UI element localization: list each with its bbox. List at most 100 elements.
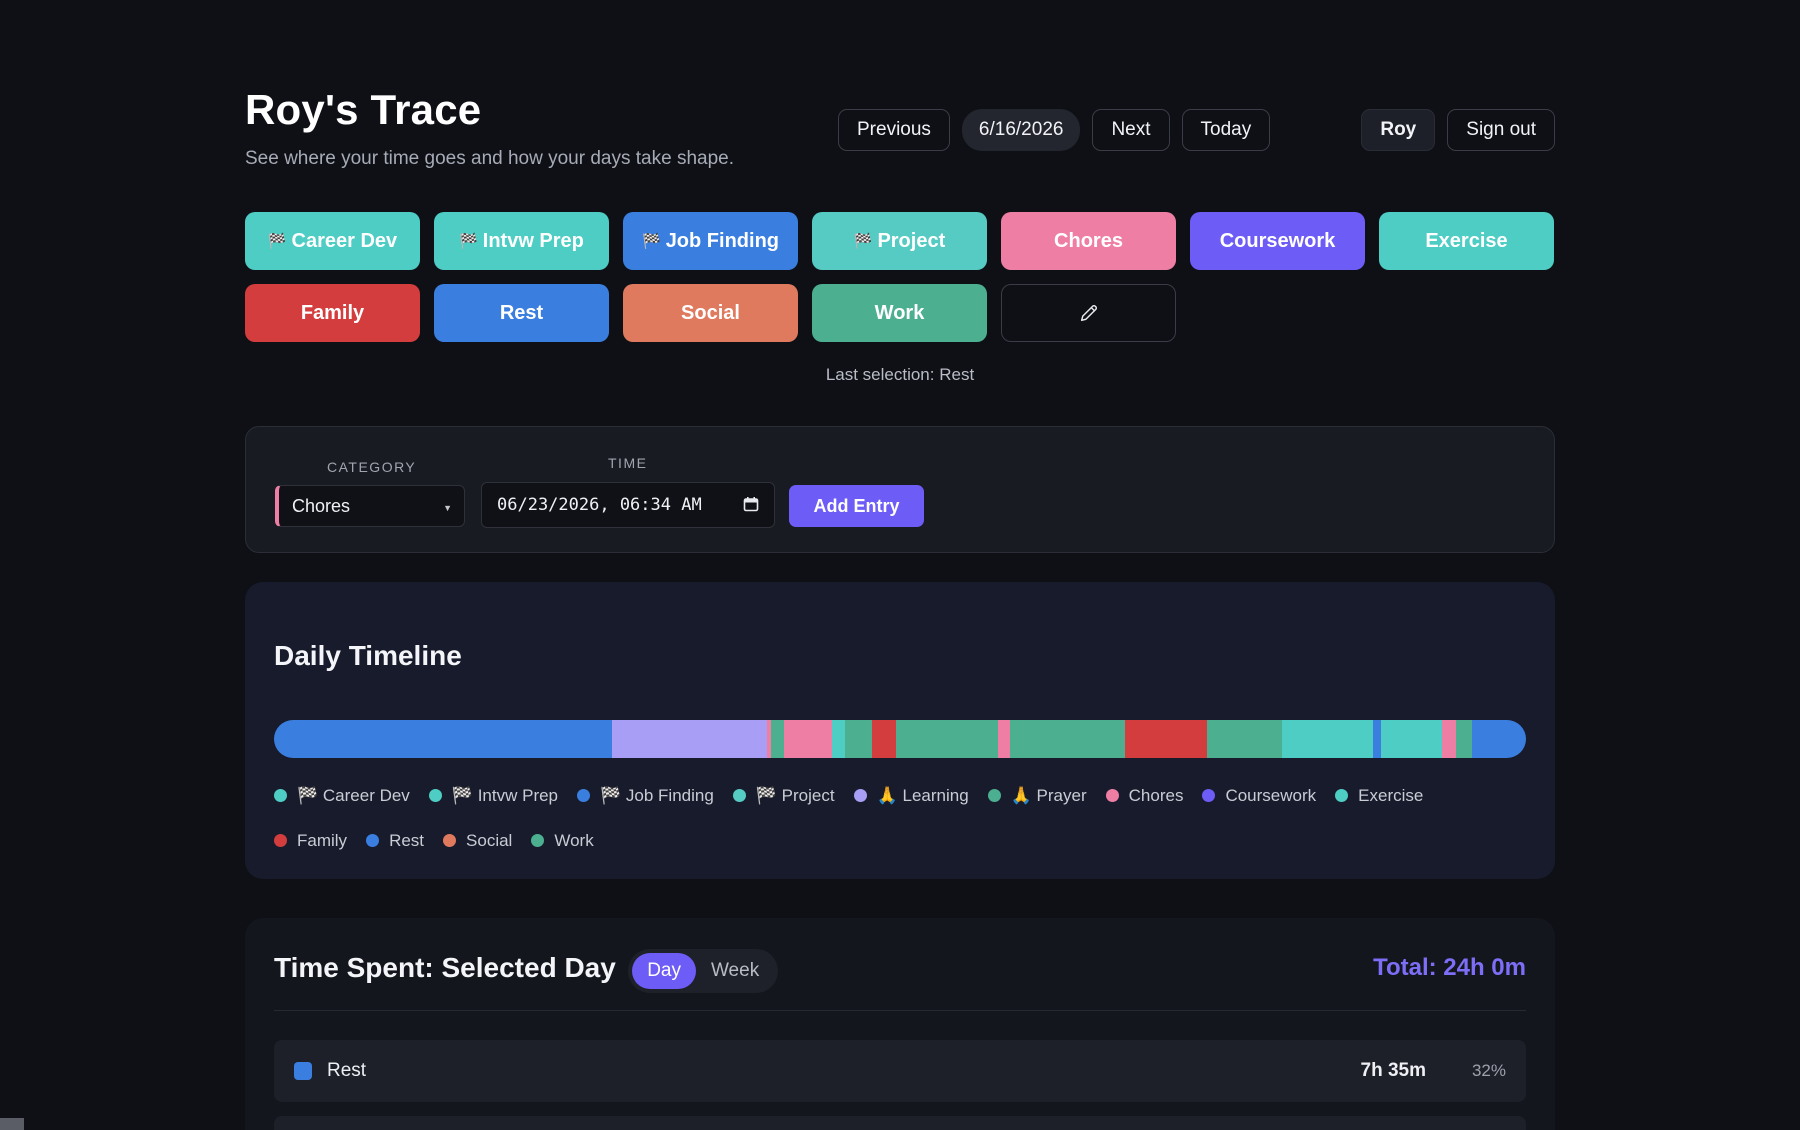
category-button-work[interactable]: Work [812, 284, 987, 342]
legend-dot [443, 834, 457, 847]
timeline-segment-work[interactable] [771, 720, 784, 758]
legend-label: Social [466, 830, 513, 850]
category-select[interactable]: Chores ▼ [275, 485, 465, 527]
timeline-segment-rest[interactable] [274, 720, 613, 758]
today-button[interactable]: Today [1181, 109, 1271, 151]
legend-dot [428, 789, 442, 802]
legend-label: 🏁 Intvw Prep [451, 785, 559, 805]
legend-label: 🏁 Career Dev [297, 785, 410, 805]
add-entry-button[interactable]: Add Entry [789, 485, 924, 527]
legend-label: Work [554, 830, 594, 850]
row-duration: 7h 35m [1360, 1060, 1426, 1081]
category-button-job-finding[interactable]: 🏁 Job Finding [623, 212, 798, 270]
timeline-segment-chores[interactable] [1441, 720, 1456, 758]
legend-label: Chores [1128, 785, 1184, 805]
time-spent-card: Time Spent: Selected Day Day Week Total:… [245, 918, 1555, 1130]
timeline-segment-learning[interactable] [612, 720, 768, 758]
legend-label: Coursework [1225, 785, 1317, 805]
legend-item: Family [274, 829, 347, 852]
category-button-rest[interactable]: Rest [434, 284, 609, 342]
category-button-label: Intvw Prep [482, 229, 584, 252]
day-week-toggle: Day Week [628, 949, 778, 993]
category-button-family[interactable]: Family [245, 284, 420, 342]
category-button-exercise[interactable]: Exercise [1379, 212, 1554, 270]
legend-label: Family [297, 830, 348, 850]
previous-button[interactable]: Previous [838, 109, 950, 151]
legend-label: Rest [389, 830, 425, 850]
timeline-segment-family[interactable] [1125, 720, 1207, 758]
legend-dot [274, 789, 287, 802]
calendar-icon[interactable] [743, 496, 759, 512]
next-button[interactable]: Next [1092, 109, 1170, 151]
checkered-flag-icon: 🏁 [459, 233, 478, 250]
time-input-value: 06/23/2026, 06:34 AM [497, 495, 702, 515]
legend-dot [577, 789, 591, 802]
timeline-segment-exercise[interactable] [832, 720, 845, 758]
time-input[interactable]: 06/23/2026, 06:34 AM [481, 482, 775, 528]
category-button-label: Social [681, 301, 740, 324]
header: Roy's Trace See where your time goes and… [245, 0, 1555, 200]
timeline-segment-exercise[interactable] [1380, 720, 1442, 758]
category-button-chores[interactable]: Chores [1001, 212, 1176, 270]
legend-item: Work [531, 829, 594, 852]
category-button-label: Exercise [1425, 229, 1508, 252]
timeline-bar[interactable] [274, 720, 1526, 758]
timeline-segment-exercise[interactable] [1281, 720, 1374, 758]
category-button-label: Coursework [1219, 229, 1336, 252]
checkered-flag-icon: 🏁 [642, 233, 661, 250]
category-button-coursework[interactable]: Coursework [1190, 212, 1365, 270]
date-picker-button[interactable]: 6/16/2026 [961, 109, 1081, 151]
legend-item: Rest [366, 829, 424, 852]
category-button-project[interactable]: 🏁 Project [812, 212, 987, 270]
category-button-label: Family [300, 301, 365, 324]
user-button[interactable]: Roy [1361, 109, 1436, 151]
timeline-segment-family[interactable] [872, 720, 897, 758]
category-swatch [294, 1062, 312, 1080]
corner-handle [0, 1118, 24, 1130]
legend-label: 🙏 Learning [876, 785, 969, 805]
legend-label: 🏁 Job Finding [600, 785, 714, 805]
legend-item: Social [443, 829, 512, 852]
timeline-segment-work[interactable] [844, 720, 873, 758]
category-button-label: Job Finding [665, 229, 779, 252]
legend-item: 🙏 Learning [853, 784, 969, 807]
timeline-segment-work[interactable] [1010, 720, 1126, 758]
time-spent-row [274, 1116, 1526, 1130]
edit-categories-button[interactable] [1001, 284, 1176, 342]
legend-dot [531, 834, 545, 847]
category-button-label: Chores [1054, 229, 1123, 252]
week-toggle[interactable]: Week [696, 953, 774, 989]
category-button-label: Work [874, 301, 925, 324]
row-category: Rest [327, 1060, 367, 1081]
timeline-segment-rest[interactable] [1373, 720, 1381, 758]
legend-label: Exercise [1358, 785, 1424, 805]
checkered-flag-icon: 🏁 [267, 233, 287, 250]
sign-out-button[interactable]: Sign out [1447, 109, 1555, 151]
timeline-segment-chores[interactable] [783, 720, 833, 758]
category-select-value: Chores [292, 495, 351, 516]
timeline-segment-chores[interactable] [997, 720, 1011, 758]
day-toggle[interactable]: Day [632, 953, 697, 989]
category-button-label: Rest [499, 301, 544, 324]
legend-item: Chores [1105, 784, 1184, 807]
timeline-segment-work[interactable] [1455, 720, 1473, 758]
timeline-segment-work[interactable] [1206, 720, 1282, 758]
timeline-title: Daily Timeline [274, 640, 462, 671]
legend-dot [987, 789, 1001, 802]
legend-item: 🙏 Prayer [987, 784, 1087, 807]
checkered-flag-icon: 🏁 [853, 233, 873, 250]
timeline-segment-work[interactable] [896, 720, 998, 758]
legend-label: 🏁 Project [755, 785, 835, 805]
timeline-segment-rest[interactable] [1472, 720, 1526, 758]
dropdown-caret-icon: ▼ [443, 503, 452, 513]
legend-dot [853, 789, 867, 802]
time-label: TIME [608, 455, 648, 471]
legend-dot [732, 789, 746, 802]
category-button-intvw-prep[interactable]: 🏁 Intvw Prep [434, 212, 609, 270]
total-time: Total: 24h 0m [1373, 954, 1526, 981]
category-button-career-dev[interactable]: 🏁 Career Dev [245, 212, 420, 270]
legend-dot [1105, 789, 1119, 802]
category-buttons: 🏁 Career Dev 🏁 Intvw Prep 🏁 Job Finding 🏁 Proje… [245, 212, 1555, 342]
date-nav: Previous 6/16/2026 Next Today [838, 109, 1271, 151]
category-button-social[interactable]: Social [623, 284, 798, 342]
